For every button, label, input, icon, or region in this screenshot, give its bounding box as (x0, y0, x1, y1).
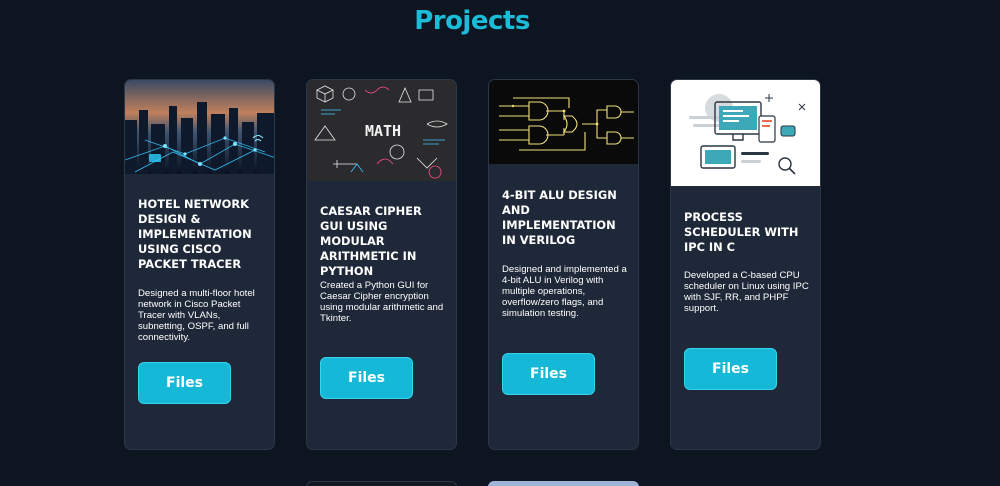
project-card-alu-verilog: 4-bit ALU Design and Implementation in V… (488, 79, 639, 450)
project-image-developer-desk (671, 80, 820, 186)
section-title: Projects (414, 6, 530, 36)
project-image-city-network (125, 80, 274, 174)
files-button[interactable]: Files (502, 353, 595, 395)
files-button[interactable]: Files (320, 357, 413, 399)
project-card-partial (488, 481, 639, 486)
project-title: Caesar Cipher GUI using Modular Arithmet… (320, 204, 422, 278)
project-description: Developed a C-based CPU scheduler on Lin… (684, 270, 809, 314)
project-title: Hotel Network Design & Implementation us… (138, 197, 252, 271)
svg-text:MATH: MATH (365, 122, 401, 140)
project-description: Created a Python GUI for Caesar Cipher e… (320, 280, 444, 324)
project-title: Process Scheduler with IPC in C (684, 210, 799, 254)
project-title: 4-bit ALU Design and Implementation in V… (502, 188, 617, 247)
files-button[interactable]: Files (138, 362, 231, 404)
project-card-partial (306, 481, 457, 486)
project-card-hotel-network: Hotel Network Design & Implementation us… (124, 79, 275, 450)
project-description: Designed and implemented a 4-bit ALU in … (502, 264, 627, 319)
project-card-caesar-cipher: MATH Caesar Cipher GUI using Modular Ari… (306, 79, 457, 450)
project-description: Designed a multi-floor hotel network in … (138, 288, 255, 343)
project-image-math-chalkboard: MATH (307, 80, 456, 181)
projects-section: Projects HOTEL NETWORK DESIGN & IMPLEMEN… (0, 0, 1000, 486)
project-image-logic-circuit (489, 80, 638, 164)
project-card-process-scheduler: Process Scheduler with IPC in C Develope… (670, 79, 821, 450)
files-button[interactable]: Files (684, 348, 777, 390)
